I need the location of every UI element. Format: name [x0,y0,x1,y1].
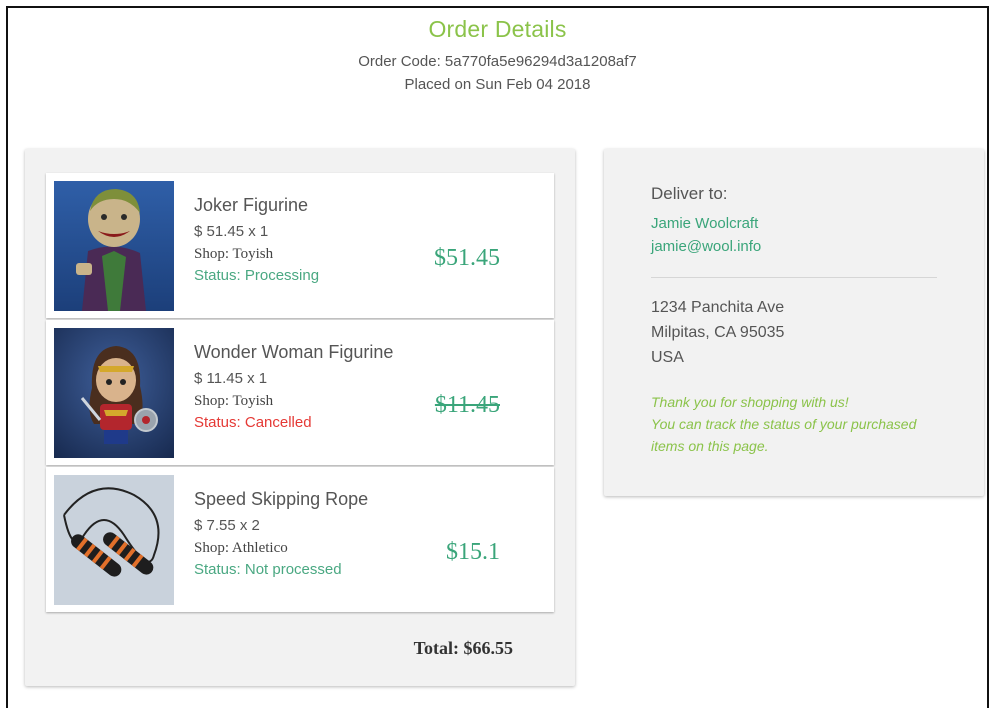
item-total-price: $11.45 [434,392,500,418]
item-status: Status: Not processed [194,561,342,578]
customer-email[interactable]: jamie@wool.info [651,238,761,255]
note-line: items on this page. [651,438,769,454]
page-title: Order Details [428,16,567,42]
order-item: Wonder Woman Figurine $ 11.45 x 1 Shop: … [46,320,554,465]
item-unit-price: $ 7.55 x 2 [194,517,260,534]
item-shop: Shop: Athletico [194,540,288,556]
address-line: USA [651,349,684,366]
order-code: Order Code: 5a770fa5e96294d3a1208af7 [358,53,637,70]
order-item: Speed Skipping Rope $ 7.55 x 2 Shop: Ath… [46,467,554,612]
item-status: Status: Processing [194,267,320,284]
item-shop: Shop: Toyish [194,246,274,262]
order-total: Total: $66.55 [413,638,513,658]
thank-you-note: Thank you for shopping with us! You can … [651,391,951,457]
item-unit-price: $ 11.45 x 1 [194,370,268,387]
item-name[interactable]: Wonder Woman Figurine [194,342,393,363]
delivery-card: Deliver to: Jamie Woolcraft jamie@wool.i… [604,149,984,496]
address-line: 1234 Panchita Ave [651,299,785,316]
order-header: Order Details Order Code: 5a770fa5e96294… [0,0,995,93]
order-date: Placed on Sun Feb 04 2018 [404,76,591,93]
order-items-card: Joker Figurine $ 51.45 x 1 Shop: Toyish … [25,149,575,686]
item-total-price: $15.1 [446,539,500,565]
item-shop: Shop: Toyish [194,393,274,409]
skipping-rope-image [54,475,174,605]
deliver-to-label: Deliver to: [651,184,728,203]
note-line: You can track the status of your purchas… [651,416,917,432]
address-line: Milpitas, CA 95035 [651,324,785,341]
item-total-price: $51.45 [434,245,500,271]
joker-figurine-image [54,181,174,311]
divider [651,277,937,278]
wonder-woman-figurine-image [54,328,174,458]
item-unit-price: $ 51.45 x 1 [194,223,269,240]
item-status: Status: Cancelled [194,414,312,431]
order-item: Joker Figurine $ 51.45 x 1 Shop: Toyish … [46,173,554,318]
customer-name: Jamie Woolcraft [651,215,759,232]
item-name[interactable]: Speed Skipping Rope [194,489,368,510]
note-line: Thank you for shopping with us! [651,394,849,410]
item-name[interactable]: Joker Figurine [194,195,308,216]
